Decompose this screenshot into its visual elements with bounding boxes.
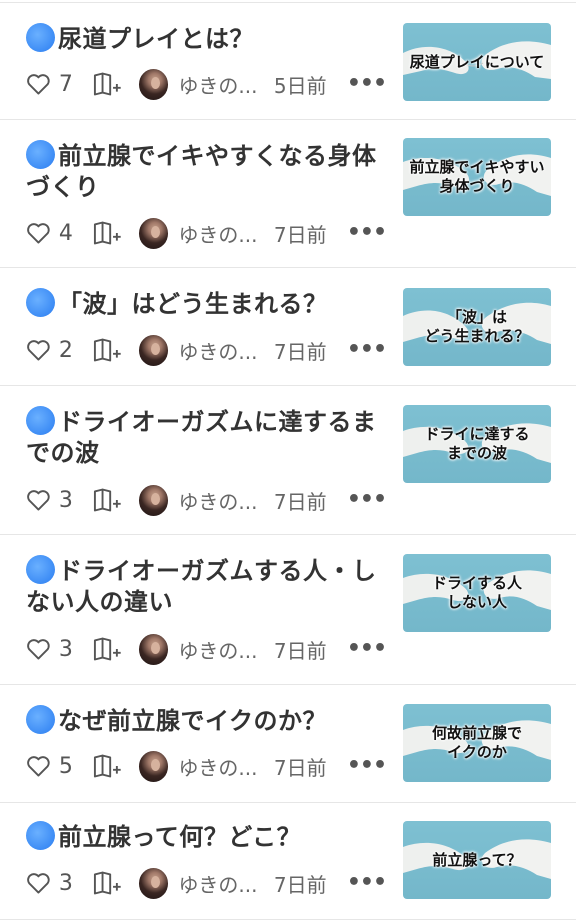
more-icon[interactable]: ••• <box>347 222 387 244</box>
post-date: 7日前 <box>273 872 327 897</box>
post-date: 7日前 <box>273 755 327 780</box>
article-title[interactable]: 前立腺でイキやすくなる身体づくり <box>26 140 386 203</box>
avatar[interactable] <box>138 484 169 516</box>
avatar[interactable] <box>138 633 169 665</box>
thumbnail-text: 何故前立腺で イクのか <box>431 724 522 761</box>
heart-icon[interactable] <box>26 488 51 512</box>
article-thumbnail[interactable]: 「波」は どう生まれる？ <box>403 288 551 366</box>
article-thumbnail[interactable]: 前立腺って？ <box>403 821 551 899</box>
like-count: 7 <box>58 71 73 97</box>
thumbnail-text: 前立腺でイキやすい 身体づくり <box>409 158 545 195</box>
more-icon[interactable]: ••• <box>347 872 387 894</box>
article-thumbnail[interactable]: ドライする人 しない人 <box>403 554 551 632</box>
thumbnail-text: ドライする人 しない人 <box>431 574 522 611</box>
post-date: 7日前 <box>273 339 327 364</box>
blue-circle-icon <box>26 23 55 52</box>
magazine-add-icon[interactable] <box>93 71 122 97</box>
more-icon[interactable]: ••• <box>347 339 387 361</box>
avatar[interactable] <box>138 68 169 100</box>
article-title[interactable]: 「波」はどう生まれる？ <box>26 288 386 320</box>
heart-icon[interactable] <box>26 72 51 96</box>
avatar[interactable] <box>138 867 169 899</box>
blue-circle-icon <box>26 821 55 850</box>
article-meta: 3 ゆきの... 7日前 ••• <box>26 483 387 517</box>
article-meta: 7 ゆきの... 5日前 ••• <box>26 67 387 101</box>
article-card[interactable]: ドライオーガズムに達するまでの波 3 ゆきの... 7日前 ••• ドライに達す… <box>0 386 576 535</box>
article-meta: 3 ゆきの... 7日前 ••• <box>26 866 387 900</box>
heart-icon[interactable] <box>26 338 51 362</box>
blue-circle-icon <box>26 705 55 734</box>
article-card[interactable]: 前立腺って何？どこ？ 3 ゆきの... 7日前 ••• 前立腺って？ <box>0 803 576 920</box>
magazine-add-icon[interactable] <box>93 636 122 662</box>
article-card[interactable]: ドライオーガズムする人・しない人の違い 3 ゆきの... 7日前 ••• ドライ… <box>0 535 576 685</box>
article-title[interactable]: ドライオーガズムに達するまでの波 <box>26 406 386 469</box>
article-thumbnail[interactable]: 何故前立腺で イクのか <box>403 704 551 782</box>
magazine-add-icon[interactable] <box>93 753 122 779</box>
article-meta: 4 ゆきの... 7日前 ••• <box>26 216 387 250</box>
blue-circle-icon <box>26 406 55 435</box>
post-date: 7日前 <box>273 489 327 514</box>
avatar[interactable] <box>138 750 169 782</box>
magazine-add-icon[interactable] <box>93 337 122 363</box>
avatar[interactable] <box>138 217 169 249</box>
thumbnail-text: ドライに達する までの波 <box>424 425 530 462</box>
thumbnail-text: 尿道プレイについて <box>409 52 545 71</box>
like-count: 3 <box>58 870 73 896</box>
author-name[interactable]: ゆきの... <box>178 70 273 99</box>
thumbnail-text: 前立腺って？ <box>432 850 522 869</box>
heart-icon[interactable] <box>26 637 51 661</box>
article-meta: 3 ゆきの... 7日前 ••• <box>26 632 387 666</box>
more-icon[interactable]: ••• <box>347 489 387 511</box>
heart-icon[interactable] <box>26 221 51 245</box>
author-name[interactable]: ゆきの... <box>178 219 273 248</box>
like-count: 4 <box>58 220 73 246</box>
magazine-add-icon[interactable] <box>93 220 122 246</box>
magazine-add-icon[interactable] <box>93 870 122 896</box>
like-count: 5 <box>58 753 73 779</box>
author-name[interactable]: ゆきの... <box>178 635 273 664</box>
blue-circle-icon <box>26 140 55 169</box>
post-date: 7日前 <box>273 638 327 663</box>
article-card[interactable]: 前立腺でイキやすくなる身体づくり 4 ゆきの... 7日前 ••• 前立腺でイキ… <box>0 120 576 268</box>
author-name[interactable]: ゆきの... <box>178 752 273 781</box>
article-title[interactable]: 前立腺って何？どこ？ <box>26 821 386 853</box>
article-card[interactable]: 「波」はどう生まれる？ 2 ゆきの... 7日前 ••• 「波」は どう生まれる… <box>0 268 576 386</box>
article-title[interactable]: ドライオーガズムする人・しない人の違い <box>26 555 386 618</box>
blue-circle-icon <box>26 555 55 584</box>
article-meta: 2 ゆきの... 7日前 ••• <box>26 333 387 367</box>
heart-icon[interactable] <box>26 871 51 895</box>
article-title[interactable]: なぜ前立腺でイクのか？ <box>26 705 386 737</box>
author-name[interactable]: ゆきの... <box>178 336 273 365</box>
magazine-add-icon[interactable] <box>93 487 122 513</box>
author-name[interactable]: ゆきの... <box>178 869 273 898</box>
author-name[interactable]: ゆきの... <box>178 486 273 515</box>
article-thumbnail[interactable]: 前立腺でイキやすい 身体づくり <box>403 138 551 216</box>
like-count: 2 <box>58 337 73 363</box>
post-date: 5日前 <box>273 73 327 98</box>
avatar[interactable] <box>138 334 169 366</box>
article-card[interactable]: なぜ前立腺でイクのか？ 5 ゆきの... 7日前 ••• 何故前立腺で イクのか <box>0 685 576 803</box>
article-meta: 5 ゆきの... 7日前 ••• <box>26 749 387 783</box>
article-card[interactable]: 尿道プレイとは？ 7 ゆきの... 5日前 ••• 尿道プレイについて <box>0 2 576 120</box>
more-icon[interactable]: ••• <box>347 755 387 777</box>
heart-icon[interactable] <box>26 754 51 778</box>
article-thumbnail[interactable]: ドライに達する までの波 <box>403 405 551 483</box>
blue-circle-icon <box>26 288 55 317</box>
like-count: 3 <box>58 636 73 662</box>
article-thumbnail[interactable]: 尿道プレイについて <box>403 23 551 101</box>
thumbnail-text: 「波」は どう生まれる？ <box>424 308 530 345</box>
post-date: 7日前 <box>273 222 327 247</box>
more-icon[interactable]: ••• <box>347 638 387 660</box>
like-count: 3 <box>58 487 73 513</box>
article-title[interactable]: 尿道プレイとは？ <box>26 23 386 55</box>
more-icon[interactable]: ••• <box>347 73 387 95</box>
